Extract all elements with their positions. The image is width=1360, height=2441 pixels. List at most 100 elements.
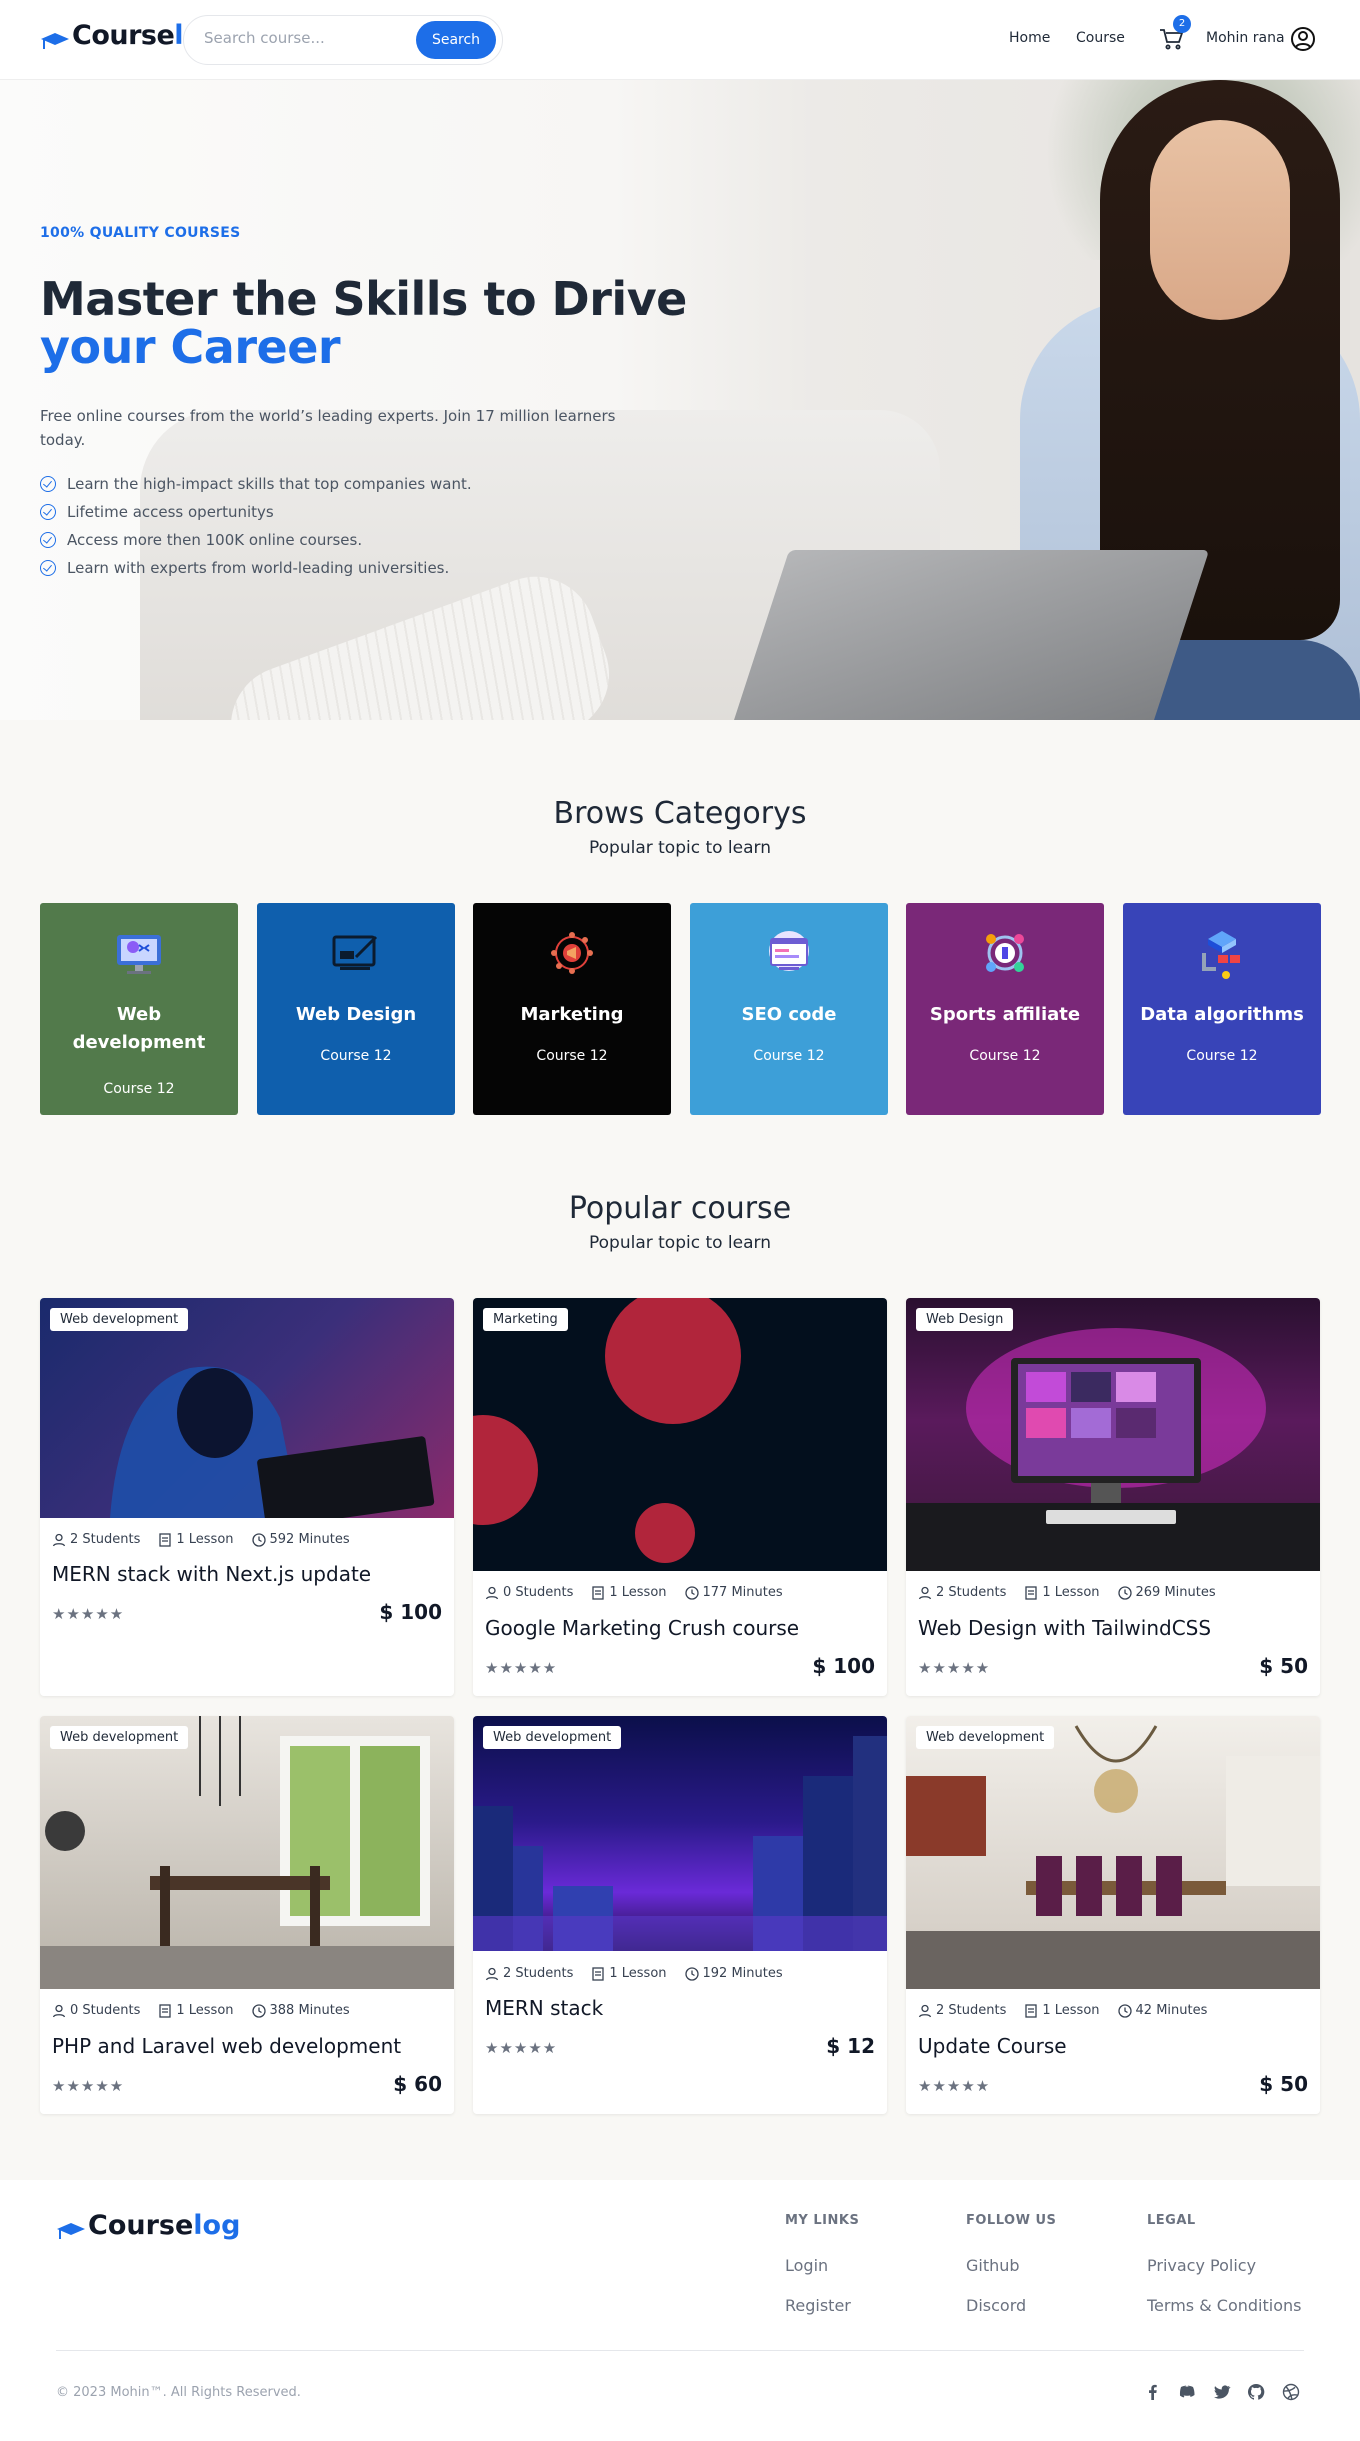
course-card[interactable]: Web development 0 Students 1 Lesson 388 … xyxy=(40,1716,454,2114)
course-title[interactable]: MERN stack with Next.js update xyxy=(52,1562,371,1586)
feature-item: Learn the high-impact skills that top co… xyxy=(40,470,472,498)
course-price: $ 50 xyxy=(1259,2072,1308,2096)
user-icon xyxy=(485,1967,499,1981)
check-circle-icon xyxy=(40,476,56,492)
dribbble-icon[interactable] xyxy=(1282,2383,1300,2401)
category-name: SEO code xyxy=(741,1004,837,1025)
course-title[interactable]: MERN stack xyxy=(485,1996,603,2020)
course-meta: 2 Students 1 Lesson 269 Minutes xyxy=(918,1585,1216,1600)
course-card[interactable]: Marketing 0 Students 1 Lesson 177 Minute… xyxy=(473,1298,887,1696)
hero-banner xyxy=(0,80,1360,720)
course-title[interactable]: PHP and Laravel web development xyxy=(52,2034,401,2058)
affiliate-network-icon xyxy=(975,923,1035,983)
feature-item: Lifetime access opertunitys xyxy=(40,498,472,526)
lessons-count: 1 Lesson xyxy=(609,1585,667,1600)
footer-link-privacy[interactable]: Privacy Policy xyxy=(1147,2256,1256,2275)
user-name[interactable]: Mohin rana xyxy=(1206,30,1285,46)
footer-heading-follow-us: FOLLOW US xyxy=(966,2213,1057,2228)
github-icon[interactable] xyxy=(1247,2383,1265,2401)
lesson-icon xyxy=(158,1532,172,1547)
lessons-count: 1 Lesson xyxy=(176,2003,234,2018)
course-title[interactable]: Update Course xyxy=(918,2034,1067,2058)
course-card[interactable]: Web Design 2 Students 1 Lesson 269 Minut… xyxy=(906,1298,1320,1696)
nav-home[interactable]: Home xyxy=(1009,30,1050,46)
user-avatar-icon[interactable] xyxy=(1290,26,1316,52)
course-title[interactable]: Web Design with TailwindCSS xyxy=(918,1616,1211,1640)
course-meta: 2 Students 1 Lesson 192 Minutes xyxy=(485,1966,783,1981)
discord-icon[interactable] xyxy=(1178,2383,1196,2401)
category-card-web-design[interactable]: Web Design Course 12 xyxy=(257,903,455,1115)
category-count: Course 12 xyxy=(1186,1048,1258,1064)
course-category-tag: Web development xyxy=(50,1726,189,1749)
students-count: 2 Students xyxy=(70,1532,141,1547)
course-card[interactable]: Web development 2 Students 1 Lesson 42 M… xyxy=(906,1716,1320,2114)
lessons-count: 1 Lesson xyxy=(1042,2003,1100,2018)
footer-divider xyxy=(56,2350,1304,2351)
graduation-cap-icon xyxy=(56,2219,86,2241)
popular-title: Popular course xyxy=(568,1191,792,1226)
course-category-tag: Web development xyxy=(916,1726,1055,1749)
graduation-cap-icon xyxy=(40,29,70,51)
students-count: 2 Students xyxy=(936,2003,1007,2018)
design-screen-icon xyxy=(326,923,386,983)
course-thumbnail xyxy=(473,1298,887,1571)
course-thumbnail xyxy=(40,1716,454,1989)
minutes-count: 177 Minutes xyxy=(702,1585,783,1600)
facebook-icon[interactable] xyxy=(1144,2383,1162,2401)
user-icon xyxy=(485,1586,499,1600)
categories-title: Brows Categorys xyxy=(553,796,807,831)
hero-title-line1: Master the Skills to Drive xyxy=(40,272,687,326)
categories-subtitle: Popular topic to learn xyxy=(588,838,771,858)
course-card[interactable]: Web development 2 Students 1 Lesson 192 … xyxy=(473,1716,887,2114)
category-count: Course 12 xyxy=(969,1048,1041,1064)
popular-subtitle: Popular topic to learn xyxy=(588,1233,771,1253)
minutes-count: 192 Minutes xyxy=(702,1966,783,1981)
course-title[interactable]: Google Marketing Crush course xyxy=(485,1616,799,1640)
feature-item: Learn with experts from world-leading un… xyxy=(40,554,472,582)
category-name: Sports affiliate xyxy=(929,1004,1081,1025)
minutes-count: 388 Minutes xyxy=(269,2003,350,2018)
nav-course[interactable]: Course xyxy=(1076,30,1125,46)
user-icon xyxy=(52,2004,66,2018)
course-thumbnail xyxy=(906,1298,1320,1571)
twitter-icon[interactable] xyxy=(1213,2383,1231,2401)
category-name: Data algorithms xyxy=(1140,1004,1304,1025)
category-count: Course 12 xyxy=(536,1048,608,1064)
clock-icon xyxy=(1117,2003,1132,2018)
course-thumbnail xyxy=(906,1716,1320,1989)
category-card-data-algorithms[interactable]: Data algorithms Course 12 xyxy=(1123,903,1321,1115)
check-circle-icon xyxy=(40,560,56,576)
footer-brand-logo[interactable]: Course log xyxy=(56,2210,240,2241)
footer-link-login[interactable]: Login xyxy=(785,2256,828,2275)
category-card-web-development[interactable]: Web development Course 12 xyxy=(40,903,238,1115)
category-card-sports-affiliate[interactable]: Sports affiliate Course 12 xyxy=(906,903,1104,1115)
monitor-code-icon xyxy=(109,923,169,983)
lessons-count: 1 Lesson xyxy=(1042,1585,1100,1600)
footer-link-discord[interactable]: Discord xyxy=(966,2296,1026,2315)
course-category-tag: Web Design xyxy=(916,1308,1014,1331)
students-count: 0 Students xyxy=(503,1585,574,1600)
course-card[interactable]: Web development 2 Students 1 Lesson 592 … xyxy=(40,1298,454,1696)
category-card-marketing[interactable]: Marketing Course 12 xyxy=(473,903,671,1115)
footer-link-register[interactable]: Register xyxy=(785,2296,851,2315)
search-button[interactable]: Search xyxy=(416,21,496,59)
course-meta: 2 Students 1 Lesson 592 Minutes xyxy=(52,1532,350,1547)
clock-icon xyxy=(251,2003,266,2018)
footer-brand-part1: Course xyxy=(88,2210,194,2241)
lesson-icon xyxy=(1024,1585,1038,1600)
feature-text: Learn the high-impact skills that top co… xyxy=(67,475,472,493)
check-circle-icon xyxy=(40,532,56,548)
category-name: Marketing xyxy=(520,1004,624,1025)
search-input[interactable] xyxy=(204,29,404,47)
course-meta: 0 Students 1 Lesson 177 Minutes xyxy=(485,1585,783,1600)
feature-text: Learn with experts from world-leading un… xyxy=(67,559,450,577)
footer-link-github[interactable]: Github xyxy=(966,2256,1020,2275)
category-count: Course 12 xyxy=(103,1081,175,1097)
feature-item: Access more then 100K online courses. xyxy=(40,526,472,554)
user-icon xyxy=(918,1586,932,1600)
category-card-seo-code[interactable]: SEO code Course 12 xyxy=(690,903,888,1115)
category-count: Course 12 xyxy=(753,1048,825,1064)
cart-count-badge: 2 xyxy=(1173,15,1191,33)
footer-link-terms[interactable]: Terms & Conditions xyxy=(1147,2296,1301,2315)
lesson-icon xyxy=(591,1585,605,1600)
